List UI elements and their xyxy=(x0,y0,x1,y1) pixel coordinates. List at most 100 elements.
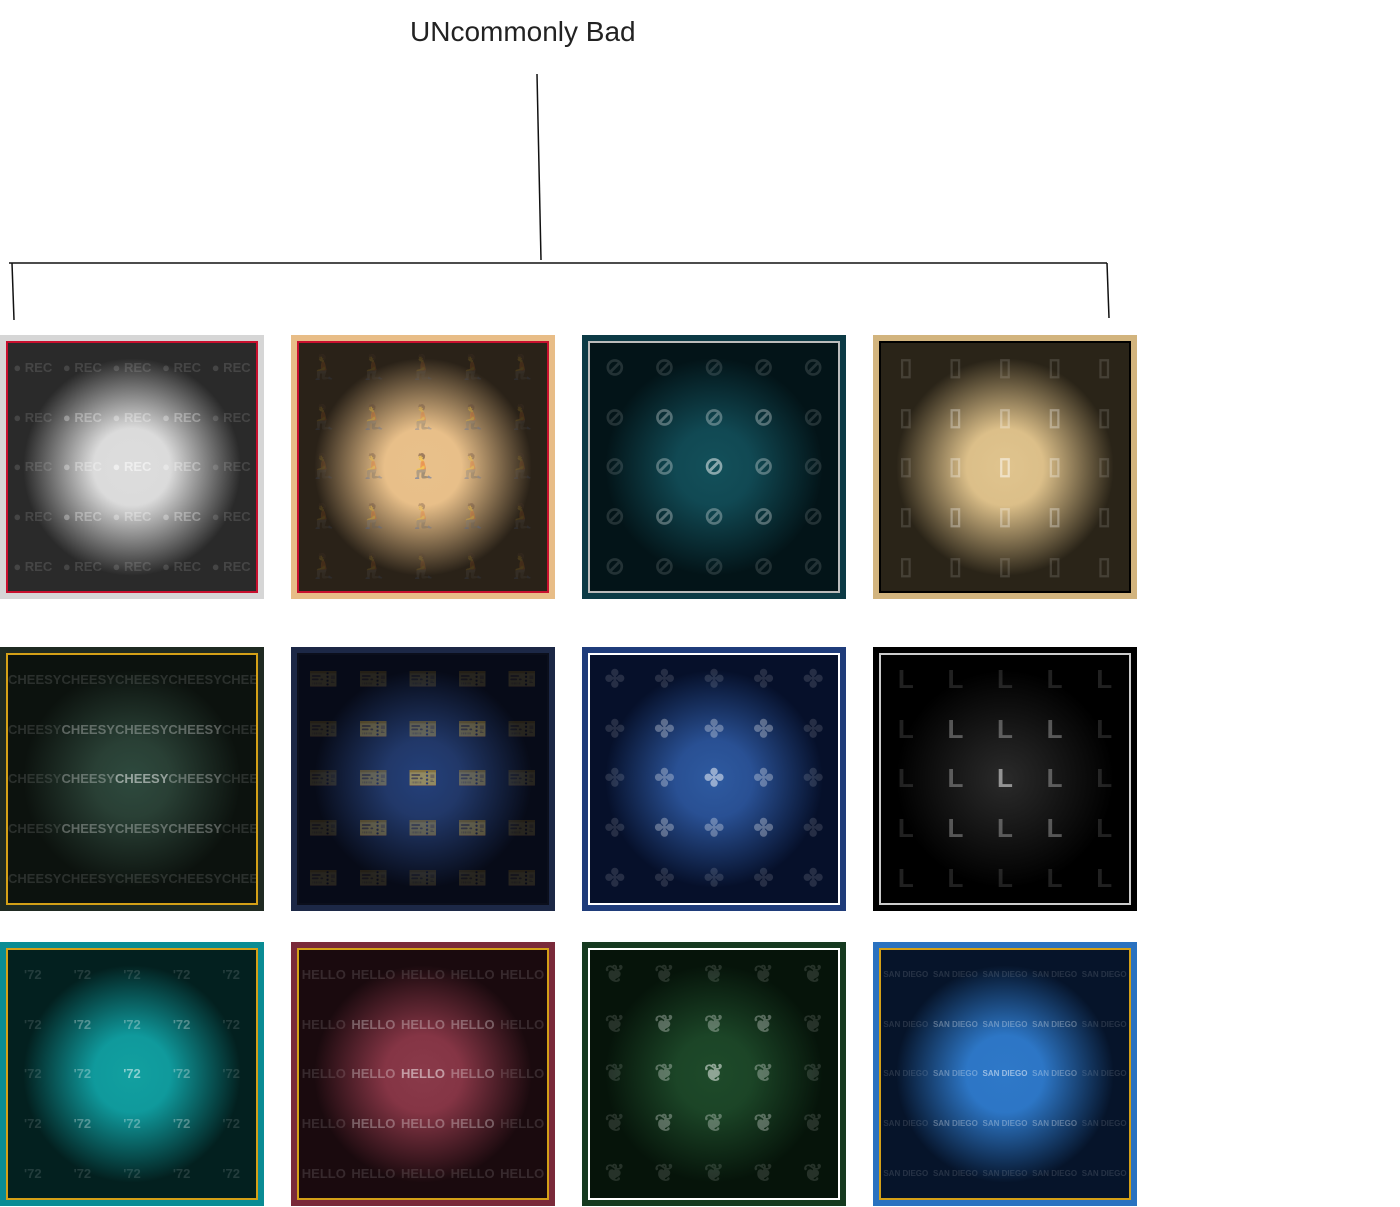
kneeling-figure-icon: 🧎 xyxy=(308,503,339,531)
no-hat-icon: ⊘ xyxy=(803,403,824,431)
tile-pattern: 🎫 🎫 🎫 🎫 🎫 🎫 🎫 🎫 🎫 🎫 🎫 🎫 🎫 🎫 🎫 🎫 🎫 🎫 🎫 🎫 🎫 🎫 🎫 🎫 🎫 xyxy=(297,653,549,905)
leaf-icon: ❦ xyxy=(703,1159,725,1187)
name-tag-icon: HELLO xyxy=(400,1165,446,1181)
letter-l: L xyxy=(947,813,964,844)
cheesy-text: CHEESY xyxy=(8,771,62,787)
tile-pattern: '72 '72 '72 '72 '72 '72 '72 '72 '72 '72 '72 '72 '72 '… xyxy=(6,948,258,1200)
kneeling-figure-icon: 🧎 xyxy=(457,354,488,382)
ticket-icon: 🎫 xyxy=(507,666,538,694)
skyline-icon: SAN DIEGO xyxy=(1032,1069,1078,1079)
letter-l: L xyxy=(997,763,1013,794)
cheesy-text: CHEESY xyxy=(168,870,222,886)
kneeling-figure-icon: 🧎 xyxy=(457,552,488,580)
clover-circle-icon: ✤ xyxy=(753,815,774,843)
leaf-icon: ❦ xyxy=(753,1060,774,1088)
cheesy-text: CHEESY xyxy=(8,721,62,737)
kneeling-figure-icon: 🧎 xyxy=(408,453,438,481)
sticker-tile[interactable]: 🧎 🧎 🧎 🧎 🧎 🧎 🧎 🧎 🧎 🧎 🧎 🧎 🧎 🧎 🧎 🧎 🧎 🧎 🧎 🧎 🧎 🧎 🧎 🧎 🧎 xyxy=(291,335,555,599)
name-tag-icon: HELLO xyxy=(301,1165,346,1181)
no-hat-icon: ⊘ xyxy=(753,453,774,481)
sticker-tile[interactable]: ✤ ✤ ✤ ✤ ✤ ✤ ✤ ✤ ✤ ✤ ✤ ✤ ✤ ✤ ✤ ✤ ✤ ✤ ✤ ✤ ✤ ✤ ✤ ✤ ✤ xyxy=(582,647,846,911)
skyline-icon: SAN DIEGO xyxy=(932,1069,978,1079)
palm-tree-72-icon: '72 xyxy=(172,1066,191,1082)
palm-tree-72-icon: '72 xyxy=(73,967,92,983)
clover-circle-icon: ✤ xyxy=(654,715,675,743)
sticker-tile[interactable]: SAN DIEGO SAN DIEGO SAN DIEGO SAN DIEGO SAN … xyxy=(873,942,1137,1206)
leaf-icon: ❦ xyxy=(753,961,774,989)
palm-tree-72-icon: '72 xyxy=(222,1165,240,1181)
sticker-tile[interactable]: ▯ ▯ ▯ ▯ ▯ ▯ ▯ ▯ ▯ ▯ ▯ ▯ ▯ ▯ ▯ ▯ ▯ ▯ ▯ ▯ ▯ ▯ ▯ ▯ ▯ xyxy=(873,335,1137,599)
name-tag-icon: HELLO xyxy=(500,1016,545,1032)
clover-circle-icon: ✤ xyxy=(604,666,625,694)
sticker-tile[interactable]: ⊘ ⊘ ⊘ ⊘ ⊘ ⊘ ⊘ ⊘ ⊘ ⊘ ⊘ ⊘ ⊘ ⊘ ⊘ ⊘ ⊘ ⊘ ⊘ ⊘ ⊘ ⊘ ⊘ ⊘ ⊘ xyxy=(582,335,846,599)
skyline-icon: SAN DIEGO xyxy=(1081,1069,1127,1079)
cheesy-text: CHEESY xyxy=(114,771,169,787)
leaf-icon: ❦ xyxy=(604,961,625,989)
kneeling-figure-icon: 🧎 xyxy=(358,354,389,382)
name-tag-icon: HELLO xyxy=(500,967,545,983)
leaf-icon: ❦ xyxy=(803,1010,824,1038)
sticker-tile[interactable]: 🎫 🎫 🎫 🎫 🎫 🎫 🎫 🎫 🎫 🎫 🎫 🎫 🎫 🎫 🎫 🎫 🎫 🎫 🎫 🎫 🎫 🎫 🎫 🎫 🎫 xyxy=(291,647,555,911)
kneeling-figure-icon: 🧎 xyxy=(457,403,488,431)
cheesy-text: CHEESY xyxy=(61,672,115,688)
ticket-icon: 🎫 xyxy=(507,815,538,843)
skyline-icon: SAN DIEGO xyxy=(883,1168,929,1178)
ticket-icon: 🎫 xyxy=(457,715,488,743)
skyline-icon: SAN DIEGO xyxy=(1081,1168,1127,1178)
sticker-tile[interactable]: '72 '72 '72 '72 '72 '72 '72 '72 '72 '72 '72 '72 '72 '… xyxy=(0,942,264,1206)
tile-pattern: ⊘ ⊘ ⊘ ⊘ ⊘ ⊘ ⊘ ⊘ ⊘ ⊘ ⊘ ⊘ ⊘ ⊘ ⊘ ⊘ ⊘ ⊘ ⊘ ⊘ ⊘ ⊘ ⊘ ⊘ ⊘ xyxy=(588,341,840,593)
clover-circle-icon: ✤ xyxy=(753,864,774,892)
leaf-icon: ❦ xyxy=(703,1060,725,1088)
leaf-icon: ❦ xyxy=(604,1159,625,1187)
toilet-paper-icon: ▯ xyxy=(948,552,962,580)
no-hat-icon: ⊘ xyxy=(604,453,625,481)
cheesy-text: CHEESY xyxy=(8,672,62,688)
letter-l: L xyxy=(1046,713,1063,744)
cheesy-text: CHEESY xyxy=(8,870,62,886)
tile-pattern: SAN DIEGO SAN DIEGO SAN DIEGO SAN DIEGO SAN … xyxy=(879,948,1131,1200)
toilet-paper-icon: ▯ xyxy=(998,453,1012,481)
palm-tree-72-icon: '72 xyxy=(172,967,191,983)
name-tag-icon: HELLO xyxy=(301,1016,346,1032)
skyline-icon: SAN DIEGO xyxy=(982,1119,1028,1129)
palm-tree-72-icon: '72 xyxy=(222,1116,240,1132)
name-tag-icon: HELLO xyxy=(450,1016,495,1032)
rec-icon: ● REC xyxy=(13,558,53,574)
sticker-tile[interactable]: CHEESYCHEESYCHEESYCHEESYCHEESYCHEESYCHEE… xyxy=(0,647,264,911)
ticket-icon: 🎫 xyxy=(358,815,389,843)
rec-icon: ● REC xyxy=(112,509,152,525)
clover-circle-icon: ✤ xyxy=(753,765,774,793)
sticker-tile[interactable]: ● REC ● REC ● REC ● REC ● REC ● REC ● REC ● REC… xyxy=(0,335,264,599)
name-tag-icon: HELLO xyxy=(400,1066,446,1082)
letter-l: L xyxy=(1096,813,1113,844)
rec-icon: ● REC xyxy=(211,509,251,525)
clover-circle-icon: ✤ xyxy=(654,765,675,793)
no-hat-icon: ⊘ xyxy=(803,503,824,531)
kneeling-figure-icon: 🧎 xyxy=(358,503,389,531)
ticket-icon: 🎫 xyxy=(507,715,538,743)
letter-l: L xyxy=(947,763,964,794)
leaf-icon: ❦ xyxy=(803,1060,824,1088)
clover-circle-icon: ✤ xyxy=(604,864,625,892)
toilet-paper-icon: ▯ xyxy=(1047,354,1062,382)
kneeling-figure-icon: 🧎 xyxy=(358,403,389,431)
name-tag-icon: HELLO xyxy=(500,1165,545,1181)
tile-pattern: ✤ ✤ ✤ ✤ ✤ ✤ ✤ ✤ ✤ ✤ ✤ ✤ ✤ ✤ ✤ ✤ ✤ ✤ ✤ ✤ ✤ ✤ ✤ ✤ ✤ xyxy=(588,653,840,905)
ticket-icon: 🎫 xyxy=(408,765,438,793)
clover-circle-icon: ✤ xyxy=(654,815,675,843)
sticker-tile[interactable]: HELLO HELLO HELLO HELLO HELLO HELLO HELLO HELLO… xyxy=(291,942,555,1206)
leaf-icon: ❦ xyxy=(654,1110,675,1138)
sticker-tile[interactable]: LLLLLLLLLLLLLLLLLLLLLLLLL xyxy=(873,647,1137,911)
palm-tree-72-icon: '72 xyxy=(222,1016,240,1032)
palm-tree-72-icon: '72 xyxy=(123,1066,141,1082)
rec-icon: ● REC xyxy=(162,360,202,376)
skyline-icon: SAN DIEGO xyxy=(1081,970,1127,980)
name-tag-icon: HELLO xyxy=(301,967,346,983)
palm-tree-72-icon: '72 xyxy=(123,967,141,983)
sticker-tile[interactable]: ❦ ❦ ❦ ❦ ❦ ❦ ❦ ❦ ❦ ❦ ❦ ❦ ❦ ❦ ❦ ❦ ❦ ❦ ❦ ❦ ❦ ❦ ❦ ❦ ❦ xyxy=(582,942,846,1206)
no-hat-icon: ⊘ xyxy=(753,403,774,431)
palm-tree-72-icon: '72 xyxy=(24,1066,42,1082)
ticket-icon: 🎫 xyxy=(358,765,389,793)
toilet-paper-icon: ▯ xyxy=(899,503,913,531)
kneeling-figure-icon: 🧎 xyxy=(507,503,538,531)
